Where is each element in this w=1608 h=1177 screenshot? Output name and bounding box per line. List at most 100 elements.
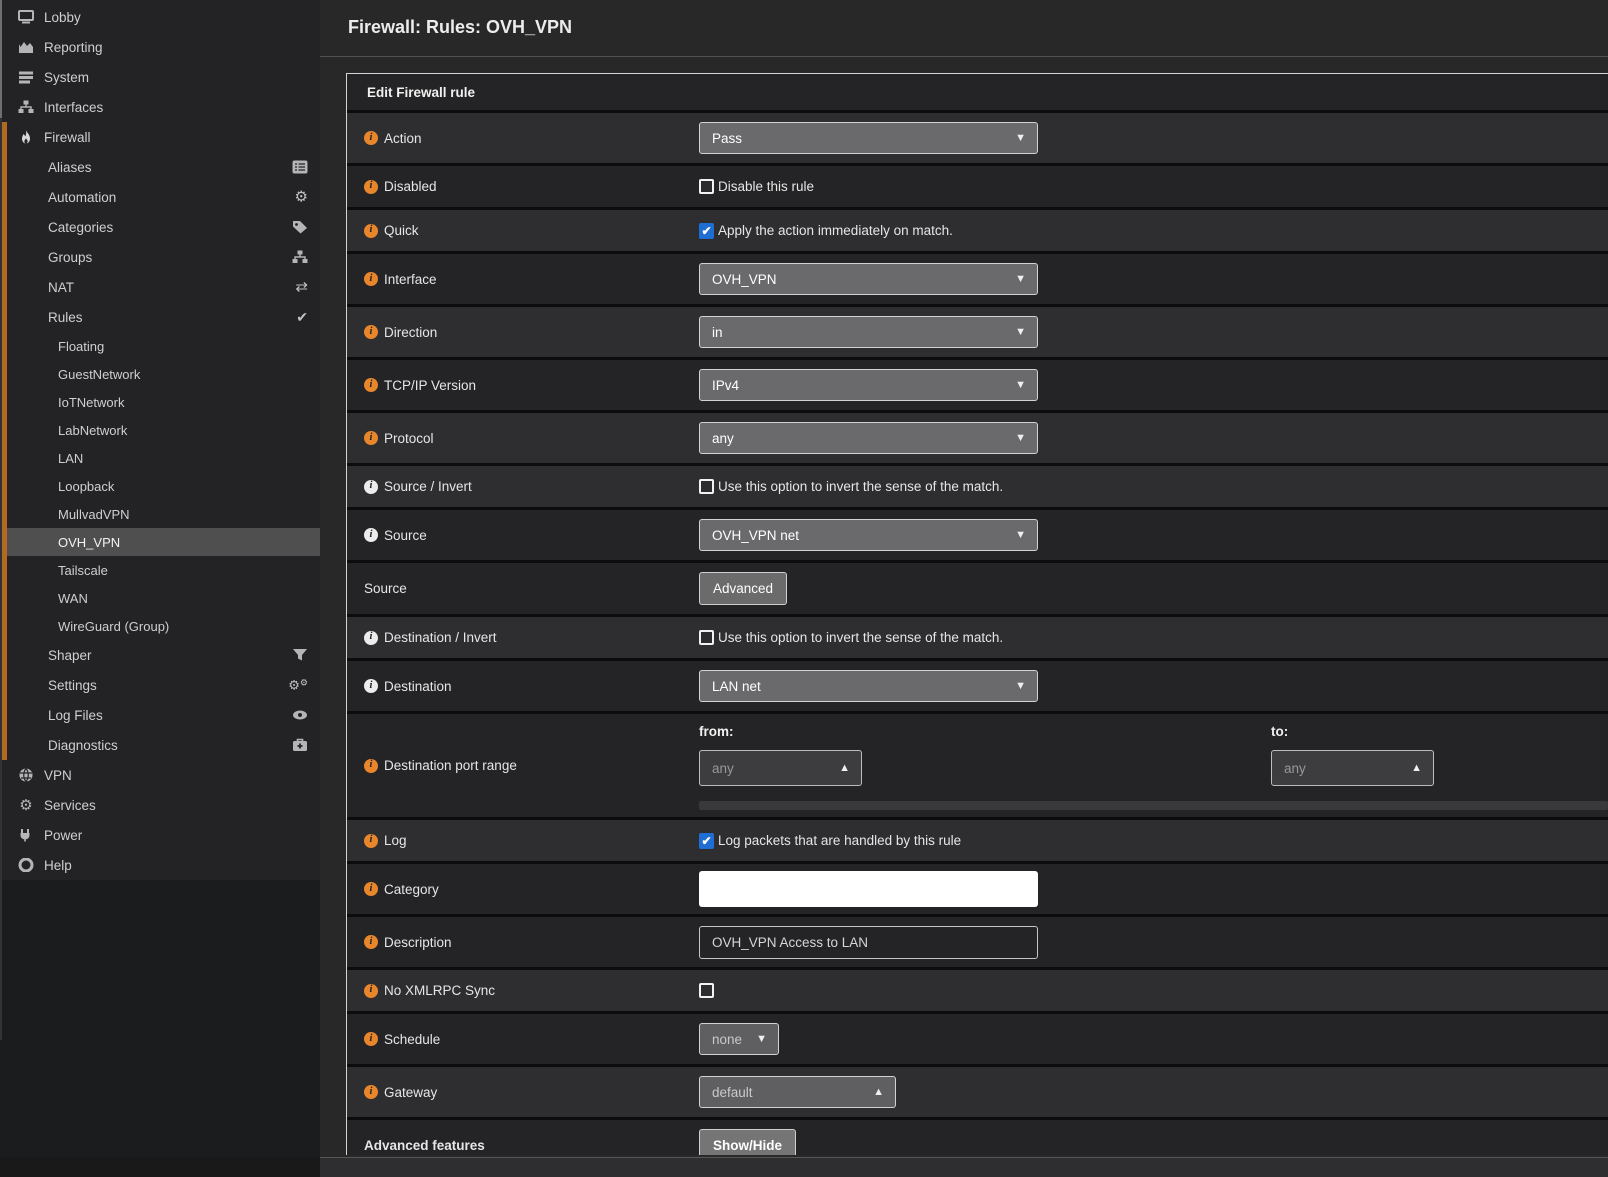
sidebar-item-vpn[interactable]: VPN	[0, 760, 320, 790]
info-icon[interactable]: i	[364, 1032, 378, 1046]
sidebar-item-help[interactable]: Help	[0, 850, 320, 880]
info-icon[interactable]: i	[364, 631, 378, 645]
checkbox-label: Use this option to invert the sense of t…	[718, 630, 1003, 645]
sidebar-item-automation[interactable]: Automation⚙	[0, 182, 320, 212]
sidebar-item-groups[interactable]: Groups	[0, 242, 320, 272]
info-icon[interactable]: i	[364, 834, 378, 848]
info-icon[interactable]: i	[364, 325, 378, 339]
destination-select[interactable]: LAN net ▼	[699, 670, 1038, 702]
port-from-select[interactable]: any ▲	[699, 750, 862, 786]
sidebar-item-settings[interactable]: Settings⚙⚙	[0, 670, 320, 700]
sidebar-item-power[interactable]: Power	[0, 820, 320, 850]
sidebar-item-mullvadvpn[interactable]: MullvadVPN	[0, 500, 320, 528]
sidebar-item-wireguard-group-[interactable]: WireGuard (Group)	[0, 612, 320, 640]
info-icon[interactable]: i	[364, 480, 378, 494]
sidebar-item-label: Help	[44, 858, 72, 873]
info-icon[interactable]: i	[364, 984, 378, 998]
sidebar-item-iotnetwork[interactable]: IoTNetwork	[0, 388, 320, 416]
caret-down-icon: ▼	[1015, 273, 1026, 285]
sidebar-item-loopback[interactable]: Loopback	[0, 472, 320, 500]
interface-select[interactable]: OVH_VPN ▼	[699, 263, 1038, 295]
source-invert-checkbox[interactable]	[699, 479, 714, 494]
sidebar-item-label: Aliases	[48, 160, 92, 175]
sidebar-item-system[interactable]: System	[0, 62, 320, 92]
field-label: iQuick	[347, 210, 699, 251]
log-checkbox[interactable]: ✔	[699, 833, 714, 849]
protocol-select[interactable]: any ▼	[699, 422, 1038, 454]
life-ring-icon	[14, 858, 38, 872]
sidebar-item-shaper[interactable]: Shaper	[0, 640, 320, 670]
description-input[interactable]	[699, 926, 1038, 959]
info-icon[interactable]: i	[364, 528, 378, 542]
sidebar-item-reporting[interactable]: Reporting	[0, 32, 320, 62]
quick-checkbox[interactable]: ✔	[699, 223, 714, 239]
sidebar-item-nat[interactable]: NAT⇄	[0, 272, 320, 302]
sidebar-item-label: LAN	[58, 451, 83, 466]
no-xmlrpc-sync-checkbox[interactable]	[699, 983, 714, 998]
info-icon[interactable]: i	[364, 679, 378, 693]
field-label: iSource / Invert	[347, 466, 699, 507]
source-select[interactable]: OVH_VPN net ▼	[699, 519, 1038, 551]
checkbox-label: Log packets that are handled by this rul…	[718, 833, 961, 848]
horizontal-scrollbar[interactable]	[320, 1157, 1608, 1177]
direction-select[interactable]: in ▼	[699, 316, 1038, 348]
action-select[interactable]: Pass ▼	[699, 122, 1038, 154]
checkbox-label: Use this option to invert the sense of t…	[718, 479, 1003, 494]
field-label: iDestination port range	[347, 714, 699, 817]
tcp-ip-version-select[interactable]: IPv4 ▼	[699, 369, 1038, 401]
sidebar-item-firewall[interactable]: Firewall	[0, 122, 320, 152]
sidebar-item-label: Diagnostics	[48, 738, 118, 753]
sidebar-item-diagnostics[interactable]: Diagnostics	[0, 730, 320, 760]
sidebar-item-categories[interactable]: Categories	[0, 212, 320, 242]
form-row-disabled: iDisabled Disable this rule	[347, 166, 1608, 210]
checkbox-label: Disable this rule	[718, 179, 814, 194]
sidebar-menu: LobbyReportingSystemInterfacesFirewall Al…	[0, 0, 320, 880]
category-input[interactable]	[699, 871, 1038, 907]
info-icon[interactable]: i	[364, 378, 378, 392]
sidebar-item-labnetwork[interactable]: LabNetwork	[0, 416, 320, 444]
info-icon[interactable]: i	[364, 1085, 378, 1099]
sidebar-item-services[interactable]: ⚙Services	[0, 790, 320, 820]
gateway-select[interactable]: default ▲	[699, 1076, 896, 1108]
info-icon[interactable]: i	[364, 180, 378, 194]
disabled-checkbox[interactable]	[699, 179, 714, 194]
sidebar-item-floating[interactable]: Floating	[0, 332, 320, 360]
info-icon[interactable]: i	[364, 131, 378, 145]
field-label: iSchedule	[347, 1014, 699, 1064]
schedule-select[interactable]: none ▼	[699, 1023, 779, 1055]
form-row-quick: iQuick ✔ Apply the action immediately on…	[347, 210, 1608, 254]
port-to-select[interactable]: any ▲	[1271, 750, 1434, 786]
info-icon[interactable]: i	[364, 935, 378, 949]
sidebar-item-label: Rules	[48, 310, 83, 325]
field-label: iAction	[347, 113, 699, 163]
info-icon[interactable]: i	[364, 224, 378, 238]
advanced-button[interactable]: Advanced	[699, 572, 787, 605]
field-label: iDirection	[347, 307, 699, 357]
sidebar-item-tailscale[interactable]: Tailscale	[0, 556, 320, 584]
tag-icon	[292, 220, 308, 234]
show-hide-button[interactable]: Show/Hide	[699, 1129, 796, 1155]
field-label: iProtocol	[347, 413, 699, 463]
gear-icon: ⚙	[14, 798, 38, 813]
sidebar-item-rules[interactable]: Rules✔	[0, 302, 320, 332]
info-icon[interactable]: i	[364, 431, 378, 445]
sidebar-item-lan[interactable]: LAN	[0, 444, 320, 472]
destination-invert-checkbox[interactable]	[699, 630, 714, 645]
info-icon[interactable]: i	[364, 759, 378, 773]
caret-down-icon: ▼	[1015, 379, 1026, 391]
field-label: Source	[347, 563, 699, 614]
sidebar-item-log-files[interactable]: Log Files	[0, 700, 320, 730]
sidebar-item-ovh-vpn[interactable]: OVH_VPN	[0, 528, 320, 556]
caret-down-icon: ▼	[1015, 529, 1026, 541]
sidebar-item-label: Automation	[48, 190, 116, 205]
sidebar-item-wan[interactable]: WAN	[0, 584, 320, 612]
sidebar-item-lobby[interactable]: Lobby	[0, 2, 320, 32]
sidebar-item-guestnetwork[interactable]: GuestNetwork	[0, 360, 320, 388]
sidebar-item-interfaces[interactable]: Interfaces	[0, 92, 320, 122]
info-icon[interactable]: i	[364, 882, 378, 896]
port-range-scrollbar[interactable]	[699, 801, 1608, 810]
sidebar-scrollbar-thumb[interactable]	[0, 0, 2, 118]
info-icon[interactable]: i	[364, 272, 378, 286]
sidebar-item-aliases[interactable]: Aliases	[0, 152, 320, 182]
field-label: iNo XMLRPC Sync	[347, 970, 699, 1011]
